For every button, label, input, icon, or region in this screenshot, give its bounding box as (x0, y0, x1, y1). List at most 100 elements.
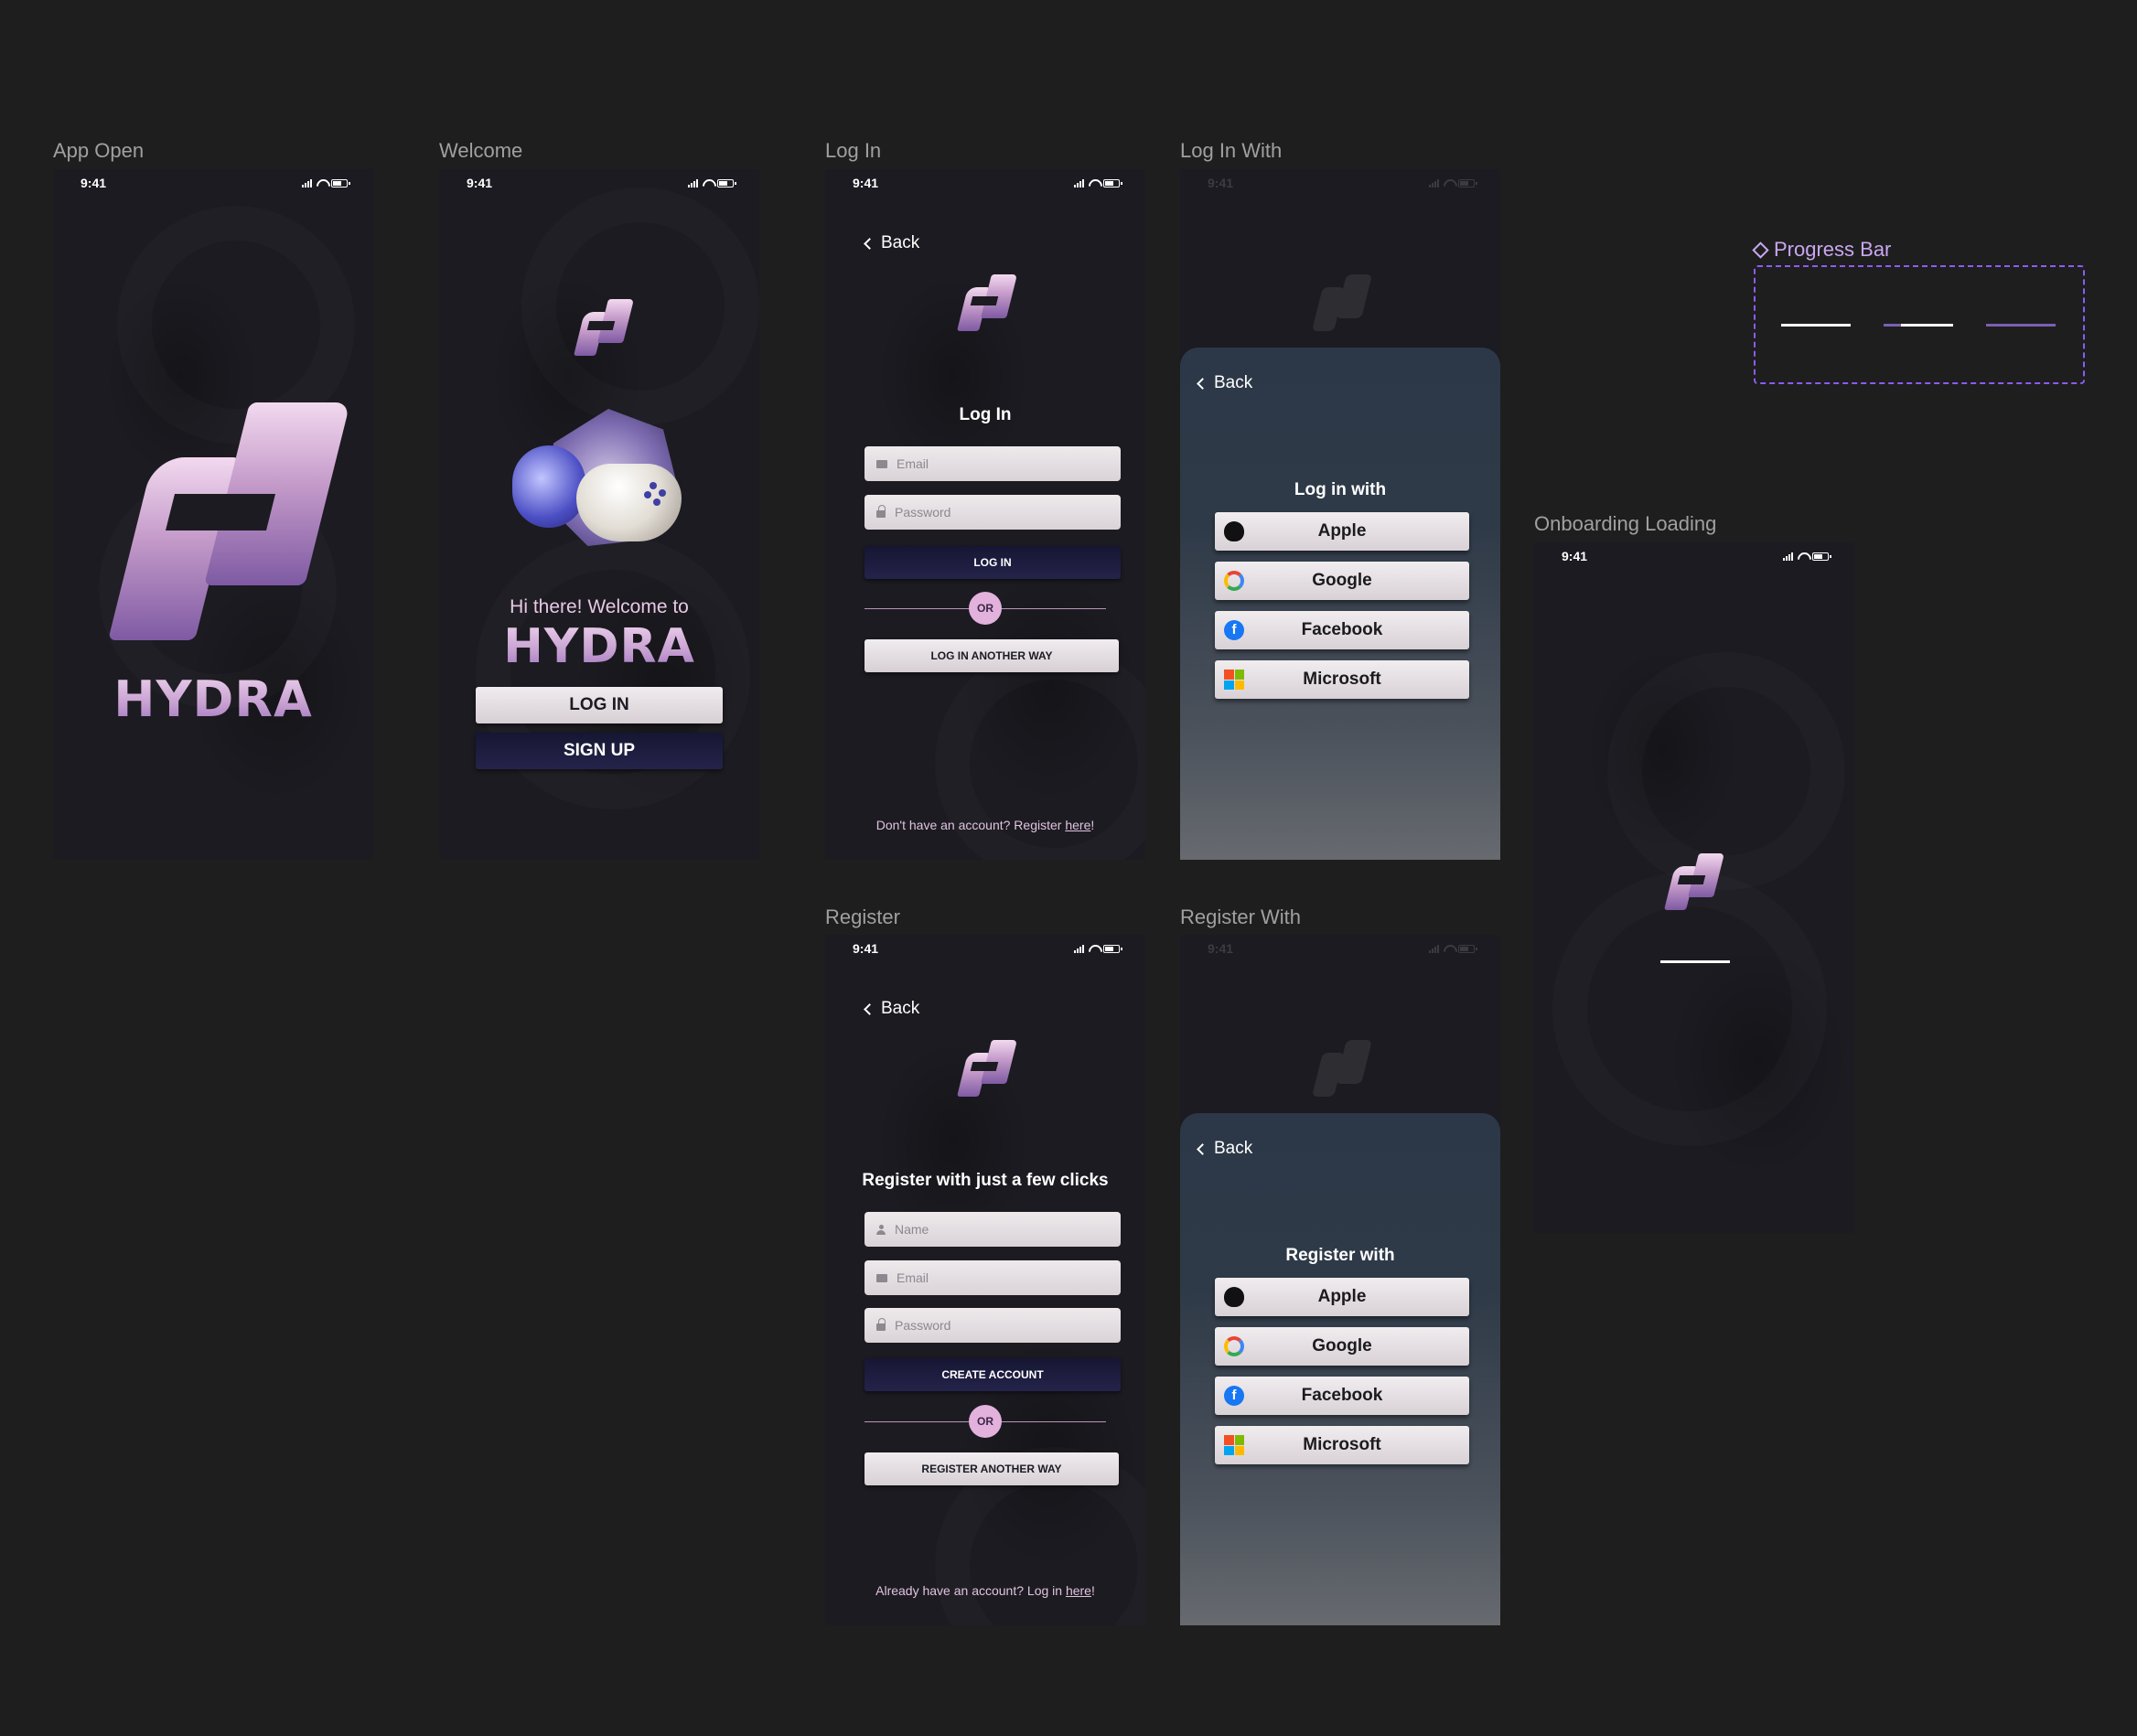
signal-icon (302, 178, 312, 188)
status-time: 9:41 (853, 176, 879, 190)
back-button[interactable]: Back (864, 233, 919, 253)
hydra-logo (1310, 1040, 1374, 1100)
back-label: Back (881, 999, 920, 1018)
microsoft-label: Microsoft (1303, 670, 1381, 689)
back-button[interactable]: Back (1197, 1139, 1253, 1159)
register-prompt: Don't have an account? Register here! (825, 818, 1145, 832)
back-button[interactable]: Back (864, 999, 920, 1019)
frame-label-log-in-with: Log In With (1180, 139, 1283, 162)
frame-log-in: 9:41 Back Log In Email Password LOG IN O… (825, 169, 1145, 860)
google-label: Google (1312, 1336, 1372, 1356)
password-field[interactable]: Password (864, 495, 1121, 530)
wifi-icon (1444, 179, 1454, 187)
email-placeholder: Email (897, 1270, 929, 1285)
login-prompt-text: Already have an account? Log in (875, 1583, 1066, 1598)
microsoft-label: Microsoft (1303, 1435, 1381, 1454)
signal-icon (1074, 944, 1084, 953)
loading-progress-bar (1660, 960, 1730, 963)
google-button[interactable]: Google (1215, 1327, 1469, 1366)
mail-icon (876, 459, 887, 468)
login-button[interactable]: LOG IN (476, 687, 723, 723)
apple-label: Apple (1317, 1287, 1367, 1306)
status-time: 9:41 (1208, 941, 1234, 956)
login-prompt-suffix: ! (1090, 1583, 1095, 1598)
name-field[interactable]: Name (864, 1212, 1121, 1247)
frame-log-in-with: 9:41 Back Log in with Apple Google f Face… (1180, 169, 1500, 860)
progress-variant-start (1781, 324, 1851, 327)
battery-icon (331, 178, 350, 188)
microsoft-button[interactable]: Microsoft (1215, 1426, 1469, 1464)
login-submit-button[interactable]: LOG IN (864, 546, 1121, 579)
hydra-logo (955, 1040, 1019, 1100)
progress-bar-title: Progress Bar (1774, 238, 1892, 261)
provider-sheet: Back Register with Apple Google f Faceboo… (1180, 1113, 1500, 1625)
wifi-icon (317, 179, 327, 187)
facebook-icon: f (1224, 1386, 1244, 1406)
hydra-logo (1310, 274, 1374, 335)
email-placeholder: Email (897, 456, 929, 471)
apple-icon (1224, 1287, 1244, 1307)
sheet-title: Log in with (1294, 480, 1387, 499)
battery-icon (1103, 178, 1122, 188)
google-label: Google (1312, 571, 1372, 590)
lock-icon (876, 1318, 886, 1331)
status-time: 9:41 (81, 176, 107, 190)
progress-bar-label: Progress Bar (1752, 238, 1892, 262)
password-field[interactable]: Password (864, 1308, 1121, 1343)
chevron-left-icon (864, 1002, 875, 1015)
name-placeholder: Name (895, 1222, 929, 1237)
status-time: 9:41 (1562, 549, 1588, 563)
hydra-logo (955, 274, 1019, 335)
progress-bar-component (1754, 265, 2085, 384)
status-bar: 9:41 (1534, 542, 1854, 570)
frame-label-register: Register (825, 906, 900, 928)
signal-icon (1429, 178, 1439, 188)
facebook-label: Facebook (1301, 620, 1383, 639)
progress-variant-mid (1884, 324, 1953, 327)
battery-icon (1812, 552, 1831, 561)
or-badge: OR (969, 592, 1002, 625)
status-time: 9:41 (1208, 176, 1234, 190)
google-icon (1224, 1336, 1244, 1356)
signal-icon (1429, 944, 1439, 953)
status-bar: 9:41 (53, 169, 373, 197)
google-button[interactable]: Google (1215, 562, 1469, 600)
email-field[interactable]: Email (864, 1260, 1121, 1295)
email-field[interactable]: Email (864, 446, 1121, 481)
login-another-way-button[interactable]: LOG IN ANOTHER WAY (864, 639, 1119, 672)
page-title: Register with just a few clicks (862, 1171, 1109, 1190)
register-prompt-suffix: ! (1090, 818, 1095, 832)
register-another-way-button[interactable]: REGISTER ANOTHER WAY (864, 1452, 1119, 1485)
register-link[interactable]: here (1065, 818, 1090, 832)
login-link[interactable]: here (1066, 1583, 1091, 1598)
apple-button[interactable]: Apple (1215, 1278, 1469, 1316)
facebook-button[interactable]: f Facebook (1215, 611, 1469, 649)
apple-button[interactable]: Apple (1215, 512, 1469, 551)
frame-label-register-with: Register With (1180, 906, 1302, 928)
chevron-left-icon (864, 237, 875, 250)
frame-label-welcome: Welcome (439, 139, 523, 162)
gamepad-illustration (512, 409, 686, 560)
chevron-left-icon (1197, 1142, 1208, 1155)
component-diamond-icon (1752, 241, 1769, 259)
create-account-button[interactable]: CREATE ACCOUNT (864, 1358, 1121, 1391)
wifi-icon (1089, 179, 1099, 187)
or-badge: OR (969, 1405, 1002, 1438)
microsoft-icon (1224, 1435, 1244, 1455)
brand-wordmark: HYDRA (439, 619, 759, 674)
battery-icon (1103, 944, 1122, 953)
microsoft-button[interactable]: Microsoft (1215, 660, 1469, 699)
hydra-logo (1662, 853, 1726, 914)
status-bar: 9:41 (1180, 935, 1500, 962)
facebook-label: Facebook (1301, 1386, 1383, 1405)
facebook-button[interactable]: f Facebook (1215, 1377, 1469, 1415)
signal-icon (1783, 552, 1793, 561)
back-button[interactable]: Back (1197, 373, 1252, 393)
signup-button[interactable]: SIGN UP (476, 733, 723, 769)
wifi-icon (703, 179, 713, 187)
signal-icon (688, 178, 698, 188)
frame-welcome: 9:41 Hi there! Welcome to HYDRA LOG IN S… (439, 169, 759, 860)
frame-onboarding-loading: 9:41 (1534, 542, 1854, 1233)
back-label: Back (1214, 1139, 1253, 1158)
register-prompt-text: Don't have an account? Register (875, 818, 1066, 832)
